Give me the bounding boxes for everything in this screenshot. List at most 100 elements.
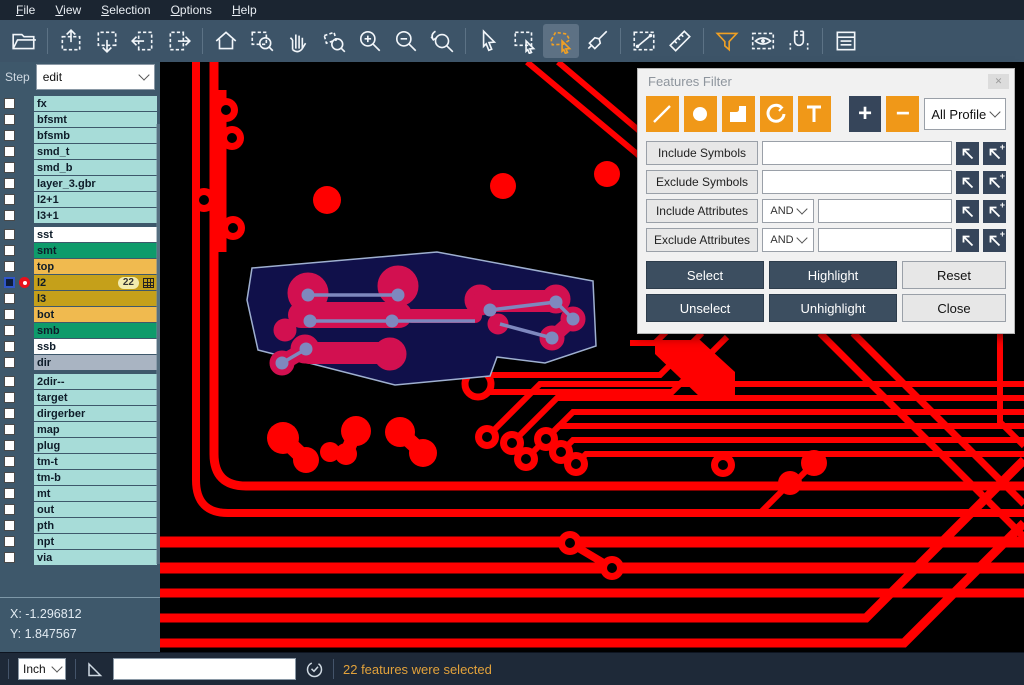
- filter-line-button[interactable]: [646, 96, 679, 132]
- layer-name[interactable]: plug: [34, 438, 157, 453]
- layer-name[interactable]: l3+1: [34, 208, 157, 223]
- layer-visibility-checkbox[interactable]: [4, 325, 15, 336]
- layer-visibility-checkbox[interactable]: [4, 488, 15, 499]
- layer-row-plug[interactable]: plug: [2, 438, 157, 453]
- layer-name[interactable]: fx: [34, 96, 157, 111]
- tool-select-rectangle[interactable]: [507, 24, 543, 58]
- units-select[interactable]: Inch: [18, 658, 66, 680]
- tool-snap-magnet[interactable]: [781, 24, 817, 58]
- layer-visibility-checkbox[interactable]: [4, 552, 15, 563]
- layer-row-bfsmt[interactable]: bfsmt: [2, 112, 157, 127]
- layer-visibility-checkbox[interactable]: [4, 277, 15, 288]
- layer-row-npt[interactable]: npt: [2, 534, 157, 549]
- layer-row-l3+1[interactable]: l3+1: [2, 208, 157, 223]
- menu-view[interactable]: View: [45, 0, 91, 20]
- layer-name[interactable]: l3: [34, 291, 157, 306]
- menu-options[interactable]: Options: [161, 0, 222, 20]
- pick-add-attribute-button[interactable]: +: [983, 229, 1006, 252]
- close-button[interactable]: Close: [902, 294, 1006, 322]
- pick-symbol-button[interactable]: [956, 171, 979, 194]
- layer-row-bfsmb[interactable]: bfsmb: [2, 128, 157, 143]
- filter-surface-button[interactable]: [722, 96, 755, 132]
- layer-name[interactable]: via: [34, 550, 157, 565]
- layer-name[interactable]: pth: [34, 518, 157, 533]
- tool-pan-hand[interactable]: [280, 24, 316, 58]
- layer-name[interactable]: smd_t: [34, 144, 157, 159]
- layer-row-2dir--[interactable]: 2dir--: [2, 374, 157, 389]
- layer-visibility-checkbox[interactable]: [4, 392, 15, 403]
- layer-row-l2+1[interactable]: l2+1: [2, 192, 157, 207]
- layer-visibility-checkbox[interactable]: [4, 178, 15, 189]
- layer-visibility-checkbox[interactable]: [4, 114, 15, 125]
- layer-visibility-checkbox[interactable]: [4, 520, 15, 531]
- layer-row-sst[interactable]: sst: [2, 227, 157, 242]
- tool-pan-up[interactable]: [53, 24, 89, 58]
- menu-help[interactable]: Help: [222, 0, 267, 20]
- layer-list-scrollbar[interactable]: [156, 124, 160, 564]
- unhighlight-button[interactable]: Unhighlight: [769, 294, 897, 322]
- layer-visibility-checkbox[interactable]: [4, 146, 15, 157]
- tool-zoom-out[interactable]: [388, 24, 424, 58]
- layer-row-map[interactable]: map: [2, 422, 157, 437]
- pick-symbol-button[interactable]: [956, 142, 979, 165]
- tool-zoom-window[interactable]: [244, 24, 280, 58]
- layer-row-tm-b[interactable]: tm-b: [2, 470, 157, 485]
- layer-name[interactable]: npt: [34, 534, 157, 549]
- layer-visibility-checkbox[interactable]: [4, 440, 15, 451]
- sync-icon[interactable]: [305, 660, 324, 679]
- layer-row-dir[interactable]: dir: [2, 355, 157, 370]
- layer-row-via[interactable]: via: [2, 550, 157, 565]
- layer-visibility-checkbox[interactable]: [4, 261, 15, 272]
- layer-visibility-checkbox[interactable]: [4, 504, 15, 515]
- layer-name[interactable]: l2+1: [34, 192, 157, 207]
- pick-add-symbol-button[interactable]: +: [983, 142, 1006, 165]
- layer-row-out[interactable]: out: [2, 502, 157, 517]
- layer-name[interactable]: 2dir--: [34, 374, 157, 389]
- layer-name[interactable]: tm-b: [34, 470, 157, 485]
- exclude-attributes-button[interactable]: Exclude Attributes: [646, 228, 758, 252]
- pick-attribute-button[interactable]: [956, 200, 979, 223]
- highlight-button[interactable]: Highlight: [769, 261, 897, 289]
- layer-row-mt[interactable]: mt: [2, 486, 157, 501]
- layer-row-target[interactable]: target: [2, 390, 157, 405]
- tool-pan-down[interactable]: [89, 24, 125, 58]
- layer-visibility-checkbox[interactable]: [4, 408, 15, 419]
- grid-icon[interactable]: [143, 278, 154, 288]
- filter-text-button[interactable]: [798, 96, 831, 132]
- layer-name[interactable]: l222: [34, 275, 157, 290]
- exclude-attributes-logic-select[interactable]: AND: [762, 228, 814, 252]
- layer-visibility-checkbox[interactable]: [4, 376, 15, 387]
- layer-visibility-checkbox[interactable]: [4, 341, 15, 352]
- tool-open-file[interactable]: [6, 24, 42, 58]
- tool-zoom-in[interactable]: [352, 24, 388, 58]
- tool-pan-left[interactable]: [125, 24, 161, 58]
- layer-row-tm-t[interactable]: tm-t: [2, 454, 157, 469]
- layer-name[interactable]: map: [34, 422, 157, 437]
- layer-visibility-checkbox[interactable]: [4, 210, 15, 221]
- layer-name[interactable]: mt: [34, 486, 157, 501]
- layer-row-fx[interactable]: fx: [2, 96, 157, 111]
- pick-add-attribute-button[interactable]: +: [983, 200, 1006, 223]
- tool-pan-right[interactable]: [161, 24, 197, 58]
- tool-select-polygon[interactable]: [543, 24, 579, 58]
- tool-measure-distance[interactable]: [626, 24, 662, 58]
- menu-selection[interactable]: Selection: [91, 0, 160, 20]
- tool-layers-panel[interactable]: [828, 24, 864, 58]
- step-select[interactable]: edit: [36, 64, 155, 90]
- profile-select[interactable]: All Profile: [924, 98, 1006, 130]
- layer-visibility-checkbox[interactable]: [4, 162, 15, 173]
- filter-pad-button[interactable]: [684, 96, 717, 132]
- command-input[interactable]: [113, 658, 296, 680]
- layer-name[interactable]: top: [34, 259, 157, 274]
- layer-visibility-checkbox[interactable]: [4, 357, 15, 368]
- layer-visibility-checkbox[interactable]: [4, 194, 15, 205]
- layer-row-ssb[interactable]: ssb: [2, 339, 157, 354]
- layer-visibility-checkbox[interactable]: [4, 456, 15, 467]
- layer-row-top[interactable]: top: [2, 259, 157, 274]
- layer-visibility-checkbox[interactable]: [4, 424, 15, 435]
- layer-visibility-checkbox[interactable]: [4, 309, 15, 320]
- layer-name[interactable]: smb: [34, 323, 157, 338]
- layer-row-dirgerber[interactable]: dirgerber: [2, 406, 157, 421]
- layer-name[interactable]: smt: [34, 243, 157, 258]
- layer-visibility-checkbox[interactable]: [4, 130, 15, 141]
